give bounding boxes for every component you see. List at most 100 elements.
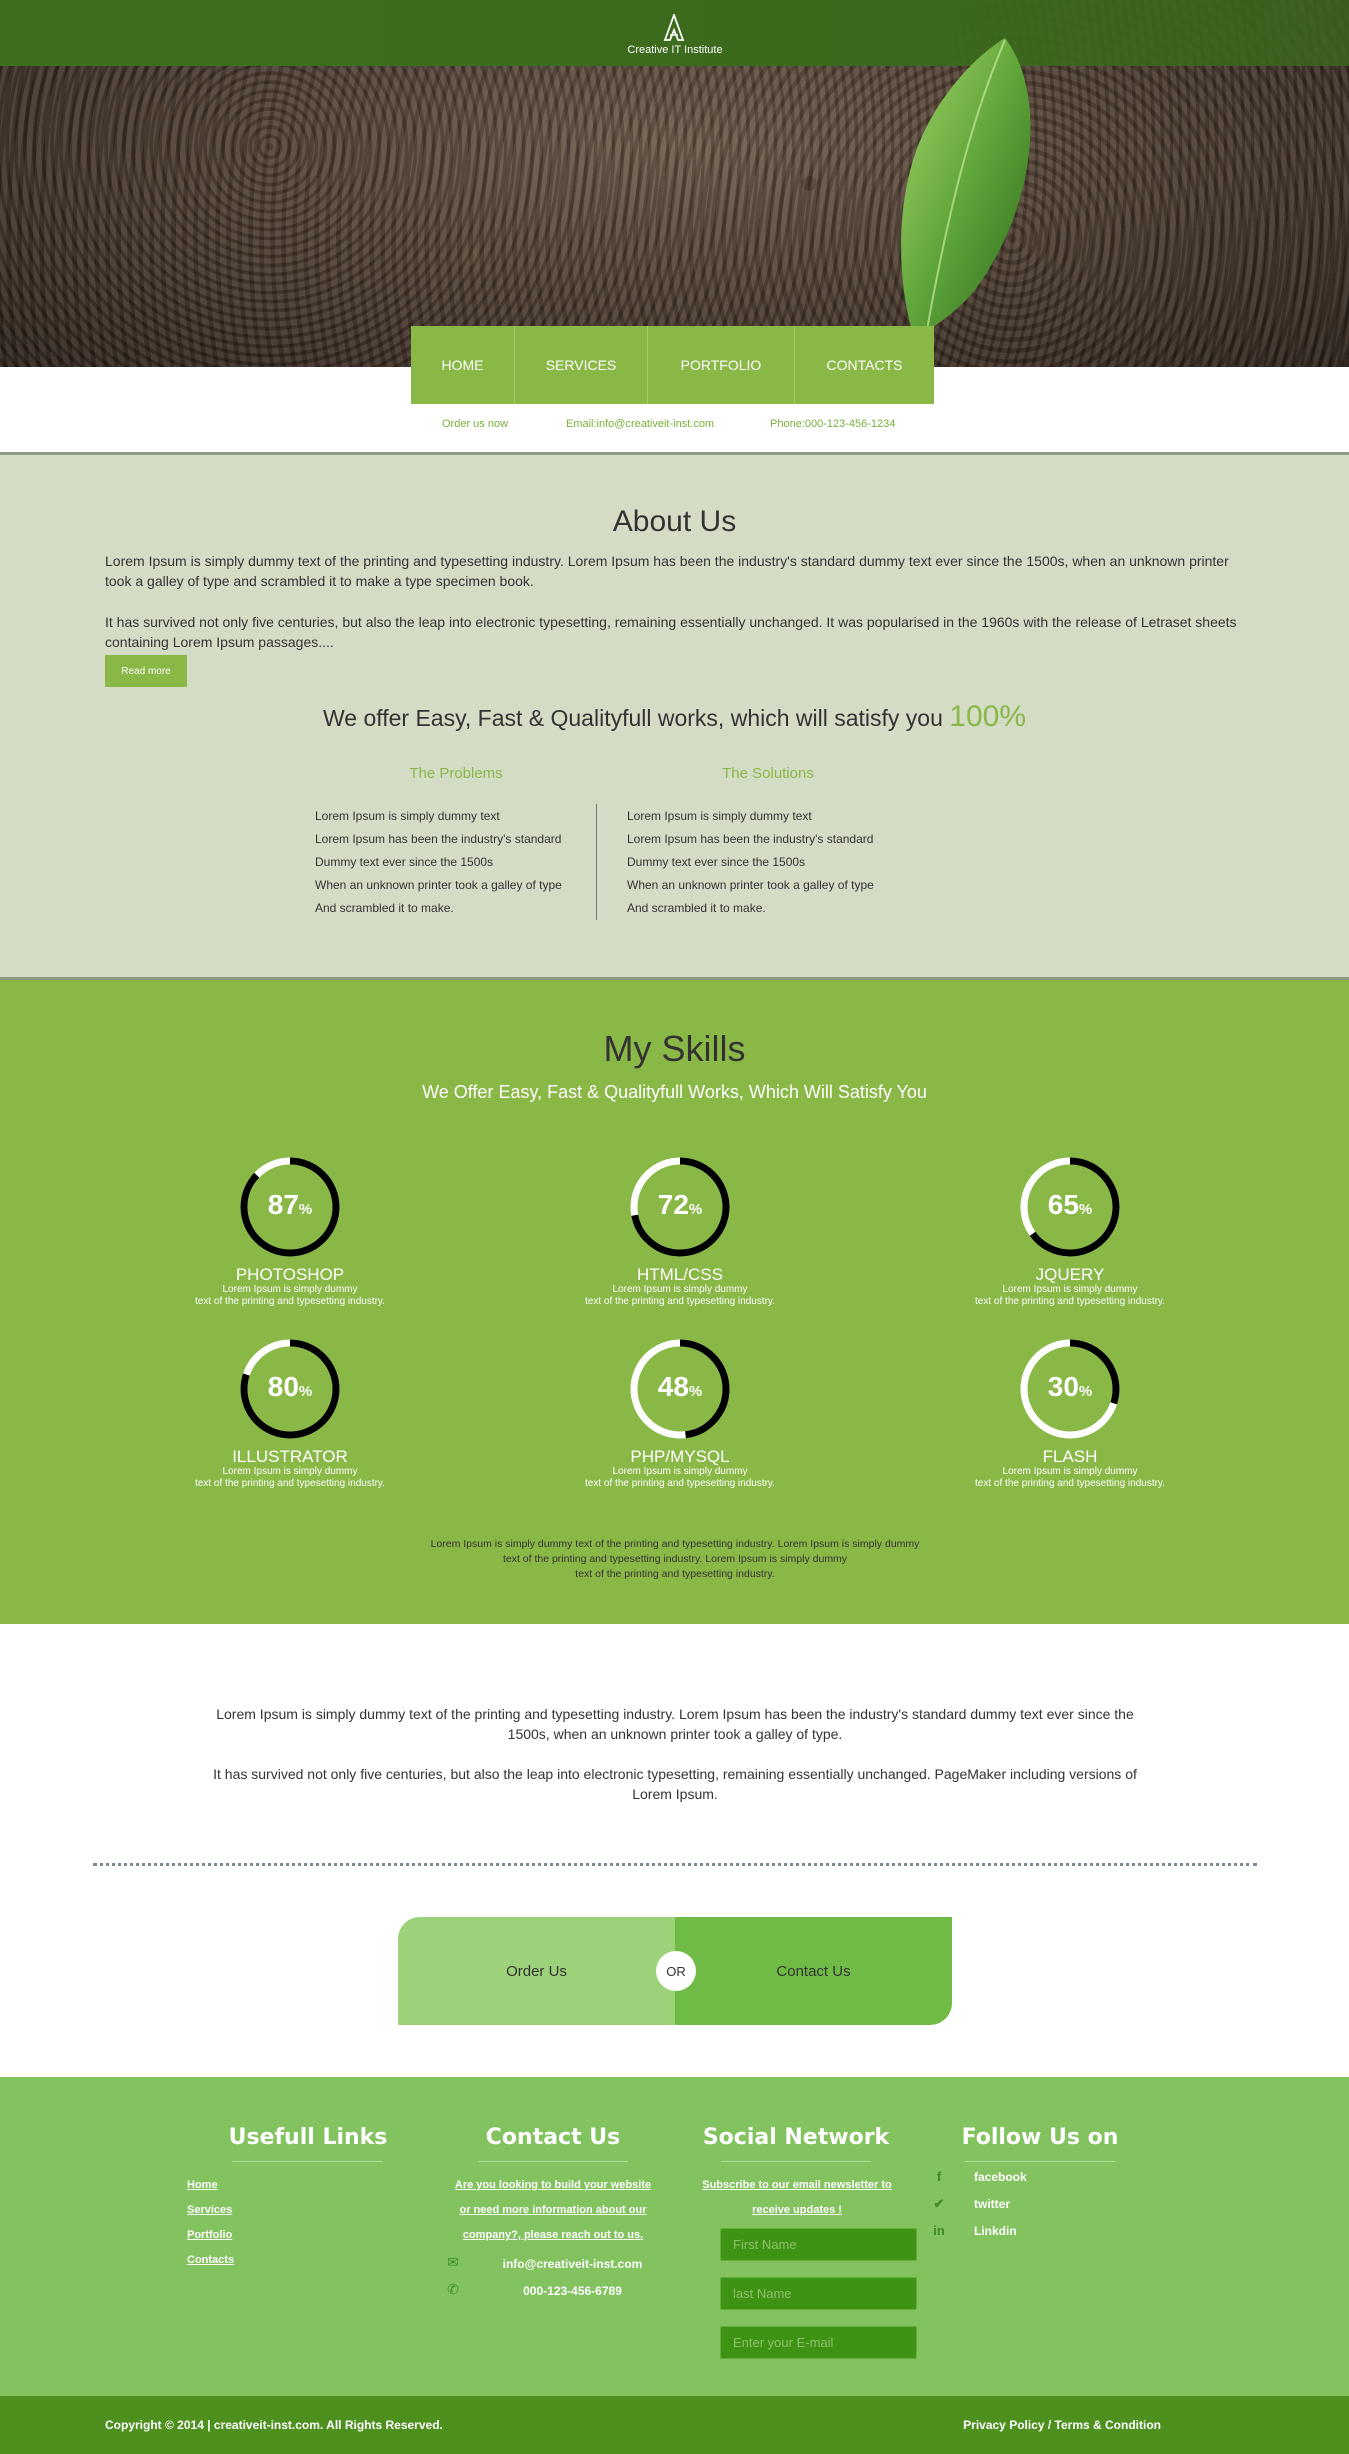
hero-banner: Creative IT Institute [0, 0, 1349, 367]
footer-link-contacts[interactable]: Contacts [187, 2248, 234, 2273]
contact-line: or need more information about our [459, 2204, 647, 2216]
list-item: Dummy text ever since the 1500s [315, 855, 494, 869]
copyright-text: Copyright © 2014 | creativeit-inst.com. … [105, 2418, 443, 2432]
offer-text: We offer Easy, Fast & Qualityfull works,… [322, 705, 943, 731]
phone-icon: ✆ [447, 2281, 459, 2297]
main-nav: HOME SERVICES PORTFOLIO CONTACTS [411, 326, 934, 404]
footer-link-services[interactable]: Services [187, 2198, 234, 2223]
skill-jquery: 65% JQUERY Lorem Ipsum is simply dummy t… [940, 1155, 1200, 1308]
list-item: Lorem Ipsum is simply dummy text [627, 809, 812, 823]
title-underline [721, 2161, 871, 2162]
about-section: About Us Lorem Ipsum is simply dummy tex… [0, 452, 1349, 980]
solutions-title: The Solutions [722, 765, 814, 782]
skill-desc: text of the printing and typesetting ind… [585, 1478, 775, 1489]
last-name-input[interactable] [720, 2277, 917, 2310]
skill-desc: text of the printing and typesetting ind… [195, 1478, 385, 1489]
title-underline [965, 2161, 1115, 2162]
list-item: When an unknown printer took a galley of… [627, 878, 874, 892]
column-divider [596, 804, 597, 920]
privacy-terms-link[interactable]: Privacy Policy / Terms & Condition [963, 2418, 1161, 2432]
useful-links-title: Usefull Links [228, 2125, 388, 2150]
contact-strip: Order us now Email:info@creativeit-inst.… [0, 418, 1349, 432]
social-network-title: Social Network [702, 2125, 890, 2150]
newsletter-description[interactable]: Subscribe to our email newsletter to rec… [677, 2173, 917, 2223]
brand-name[interactable]: Creative IT Institute [575, 44, 775, 56]
mid-paragraph-2: It has survived not only five centuries,… [213, 1766, 1137, 1802]
list-item: Lorem Ipsum has been the industry's stan… [627, 832, 874, 846]
offer-headline: We offer Easy, Fast & Qualityfull works,… [0, 700, 1349, 734]
contact-us-button[interactable]: Contact Us [675, 1917, 952, 2025]
read-more-button[interactable]: Read more [105, 655, 187, 687]
skills-section: My Skills We Offer Easy, Fast & Qualityf… [0, 980, 1349, 1624]
about-paragraph-2: It has survived not only five centuries,… [105, 614, 1237, 650]
skill-illustrator: 80% ILLUSTRATOR Lorem Ipsum is simply du… [160, 1337, 420, 1490]
list-item: Dummy text ever since the 1500s [627, 855, 806, 869]
title-underline [232, 2161, 382, 2162]
abstract-a-logo-icon[interactable] [663, 14, 685, 42]
skill-name: PHP/MYSQL [630, 1447, 730, 1466]
page: Creative IT Institute HOME SERVICES PORT… [0, 0, 1349, 2454]
footer-link-portfolio[interactable]: Portfolio [187, 2223, 234, 2248]
social-linkedin[interactable]: in Linkdin [930, 2223, 1017, 2238]
skills-title: My Skills [603, 1028, 746, 1069]
skill-percent: 65% [1047, 1189, 1093, 1220]
nav-portfolio[interactable]: PORTFOLIO [648, 326, 795, 404]
list-item: And scrambled it to make. [315, 901, 454, 915]
footer-link-home[interactable]: Home [187, 2173, 234, 2198]
linkedin-label: Linkdin [974, 2223, 1017, 2238]
skill-name: ILLUSTRATOR [232, 1447, 348, 1466]
skills-footer-text: Lorem Ipsum is simply dummy text of the … [410, 1537, 940, 1582]
about-title: About Us [612, 505, 737, 538]
twitter-label: twitter [974, 2197, 1010, 2211]
skill-percent: 48% [657, 1371, 703, 1402]
list-item: When an unknown printer took a galley of… [315, 878, 562, 892]
order-us-button[interactable]: Order Us [398, 1917, 675, 2025]
social-facebook[interactable]: f facebook [930, 2169, 1027, 2184]
skill-desc: Lorem Ipsum is simply dummy [1002, 1466, 1138, 1477]
footer-email[interactable]: info@creativeit-inst.com [480, 2257, 665, 2271]
about-paragraph-1: Lorem Ipsum is simply dummy text of the … [105, 553, 1229, 589]
social-twitter[interactable]: ✔ twitter [930, 2196, 1010, 2212]
leaf-sprout-image [901, 38, 1031, 360]
list-item: Lorem Ipsum is simply dummy text [315, 809, 500, 823]
skill-name: JQUERY [1035, 1265, 1105, 1284]
solutions-list: Lorem Ipsum is simply dummy text Lorem I… [627, 805, 874, 920]
order-now-link[interactable]: Order us now [442, 418, 508, 430]
email-input[interactable] [720, 2326, 917, 2359]
problems-list: Lorem Ipsum is simply dummy text Lorem I… [315, 805, 562, 920]
nav-home[interactable]: HOME [411, 326, 515, 404]
first-name-input[interactable] [720, 2228, 917, 2261]
skill-photoshop: 87% PHOTOSHOP Lorem Ipsum is simply dumm… [160, 1155, 420, 1308]
skill-flash: 30% FLASH Lorem Ipsum is simply dummy te… [940, 1337, 1200, 1490]
nav-contacts[interactable]: CONTACTS [795, 326, 934, 404]
list-item: And scrambled it to make. [627, 901, 766, 915]
email-link[interactable]: Email:info@creativeit-inst.com [566, 418, 714, 430]
skill-desc: text of the printing and typesetting ind… [585, 1296, 775, 1307]
skill-name: PHOTOSHOP [235, 1265, 345, 1284]
contact-line: Are you looking to build your website [454, 2179, 652, 2191]
title-underline [478, 2161, 628, 2162]
skill-desc: text of the printing and typesetting ind… [195, 1296, 385, 1307]
skill-desc: text of the printing and typesetting ind… [975, 1296, 1165, 1307]
newsletter-line: receive updates ! [752, 2204, 842, 2216]
skills-footer-line: text of the printing and typesetting ind… [575, 1568, 775, 1580]
nav-services[interactable]: SERVICES [515, 326, 648, 404]
follow-us-title: Follow Us on [961, 2125, 1119, 2150]
skill-percent: 80% [267, 1371, 313, 1402]
skill-desc: Lorem Ipsum is simply dummy [612, 1466, 748, 1477]
newsletter-line: Subscribe to our email newsletter to [702, 2179, 892, 2191]
skill-desc: text of the printing and typesetting ind… [975, 1478, 1165, 1489]
contact-title: Contact Us [485, 2125, 621, 2150]
contact-description[interactable]: Are you looking to build your website or… [423, 2173, 683, 2248]
dotted-divider [93, 1863, 1257, 1866]
skill-desc: Lorem Ipsum is simply dummy [222, 1466, 358, 1477]
skills-subtitle: We Offer Easy, Fast & Qualityfull Works,… [422, 1082, 927, 1102]
contact-line: company?, please reach out to us. [462, 2229, 644, 2241]
skills-footer-line: Lorem Ipsum is simply dummy text of the … [430, 1538, 920, 1550]
skill-phpmysql: 48% PHP/MYSQL Lorem Ipsum is simply dumm… [550, 1337, 810, 1490]
skill-percent: 30% [1047, 1371, 1093, 1402]
skill-desc: Lorem Ipsum is simply dummy [1002, 1284, 1138, 1295]
list-item: Lorem Ipsum has been the industry's stan… [315, 832, 562, 846]
footer: Usefull Links Home Services Portfolio Co… [0, 2077, 1349, 2396]
skill-htmlcss: 72% HTML/CSS Lorem Ipsum is simply dummy… [550, 1155, 810, 1308]
